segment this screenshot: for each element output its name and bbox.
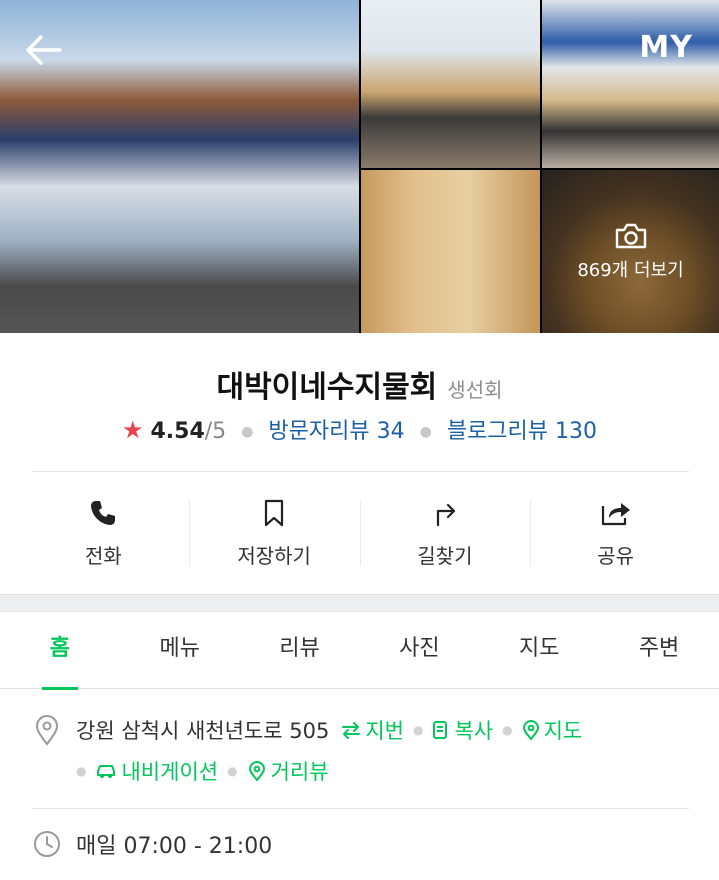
swap-icon <box>342 722 361 739</box>
hours-text: 매일 07:00 - 21:00 <box>76 834 273 859</box>
separator-dot: ● <box>502 723 513 737</box>
rating-row: ★ 4.54/5 ● 방문자리뷰 34 ● 블로그리뷰 130 <box>0 413 719 445</box>
divider <box>32 808 689 809</box>
arrow-left-icon <box>26 35 62 65</box>
more-photos-button[interactable]: 869개 더보기 <box>542 222 719 282</box>
directions-button[interactable]: 길찾기 <box>359 472 531 594</box>
more-photos-label: 869개 더보기 <box>577 260 684 281</box>
tab-menu[interactable]: 메뉴 <box>120 611 240 688</box>
separator-dot: ● <box>241 424 254 440</box>
rating-max: /5 <box>204 419 227 444</box>
save-label: 저장하기 <box>237 543 311 568</box>
call-label: 전화 <box>84 543 122 568</box>
copy-label: 복사 <box>454 719 494 743</box>
copy-link[interactable]: 복사 <box>432 715 493 745</box>
back-button[interactable] <box>22 28 66 72</box>
action-bar: 전화 저장하기 길찾기 공유 <box>18 472 701 594</box>
navigation-link[interactable]: 내비게이션 <box>95 756 218 786</box>
place-category: 생선회 <box>447 378 503 402</box>
place-title-row: 대박이네수지물회 생선회 <box>0 362 719 406</box>
share-icon <box>601 502 630 525</box>
my-button[interactable]: MY <box>639 30 693 65</box>
street-view-label: 거리뷰 <box>270 760 329 784</box>
section-separator <box>0 594 719 612</box>
phone-icon <box>91 500 116 525</box>
camera-icon <box>615 223 646 249</box>
address-text: 강원 삼척시 새천년도로 505 <box>76 719 330 743</box>
rating-score: 4.54 <box>150 419 205 444</box>
blog-reviews-link[interactable]: 블로그리뷰 130 <box>447 419 597 444</box>
bookmark-icon <box>265 499 284 526</box>
tab-bar: 홈 메뉴 리뷰 사진 지도 주변 <box>0 611 719 690</box>
separator-dot: ● <box>227 764 238 778</box>
place-name: 대박이네수지물회 <box>216 370 438 405</box>
map-pin-icon <box>522 720 539 740</box>
lot-number-label: 지번 <box>365 719 404 743</box>
copy-icon <box>433 721 448 739</box>
lot-number-link[interactable]: 지번 <box>341 715 404 745</box>
share-label: 공유 <box>597 543 635 568</box>
separator-dot: ● <box>419 424 432 440</box>
directions-label: 길찾기 <box>417 543 473 568</box>
address-section: 강원 삼척시 새천년도로 505 지번 ● 복사 ● 지도 ● 내비게이션 ● … <box>32 714 689 786</box>
directions-icon <box>436 503 455 526</box>
tab-nearby[interactable]: 주변 <box>599 611 719 688</box>
map-link[interactable]: 지도 <box>522 715 583 745</box>
hours-section[interactable]: 매일 07:00 - 21:00 <box>32 828 689 860</box>
photo-thumb-1[interactable] <box>361 0 540 168</box>
map-label: 지도 <box>543 719 583 743</box>
tab-home[interactable]: 홈 <box>0 611 120 690</box>
tab-photos[interactable]: 사진 <box>359 611 479 688</box>
separator-dot: ● <box>412 723 424 737</box>
save-button[interactable]: 저장하기 <box>188 472 360 594</box>
visitor-reviews-link[interactable]: 방문자리뷰 34 <box>268 419 404 444</box>
share-button[interactable]: 공유 <box>530 472 701 594</box>
location-pin-icon <box>35 715 59 746</box>
street-view-link[interactable]: 거리뷰 <box>247 756 329 786</box>
tab-map[interactable]: 지도 <box>479 611 599 688</box>
separator-dot: ● <box>76 764 87 778</box>
navigation-label: 내비게이션 <box>121 760 219 784</box>
car-icon <box>97 765 116 778</box>
star-icon: ★ <box>121 416 144 444</box>
photo-thumb-2[interactable] <box>542 0 719 168</box>
clock-icon <box>34 831 60 857</box>
call-button[interactable]: 전화 <box>18 472 189 594</box>
photo-thumb-3[interactable] <box>361 170 540 333</box>
street-view-icon <box>248 761 265 781</box>
tab-reviews[interactable]: 리뷰 <box>240 611 360 688</box>
